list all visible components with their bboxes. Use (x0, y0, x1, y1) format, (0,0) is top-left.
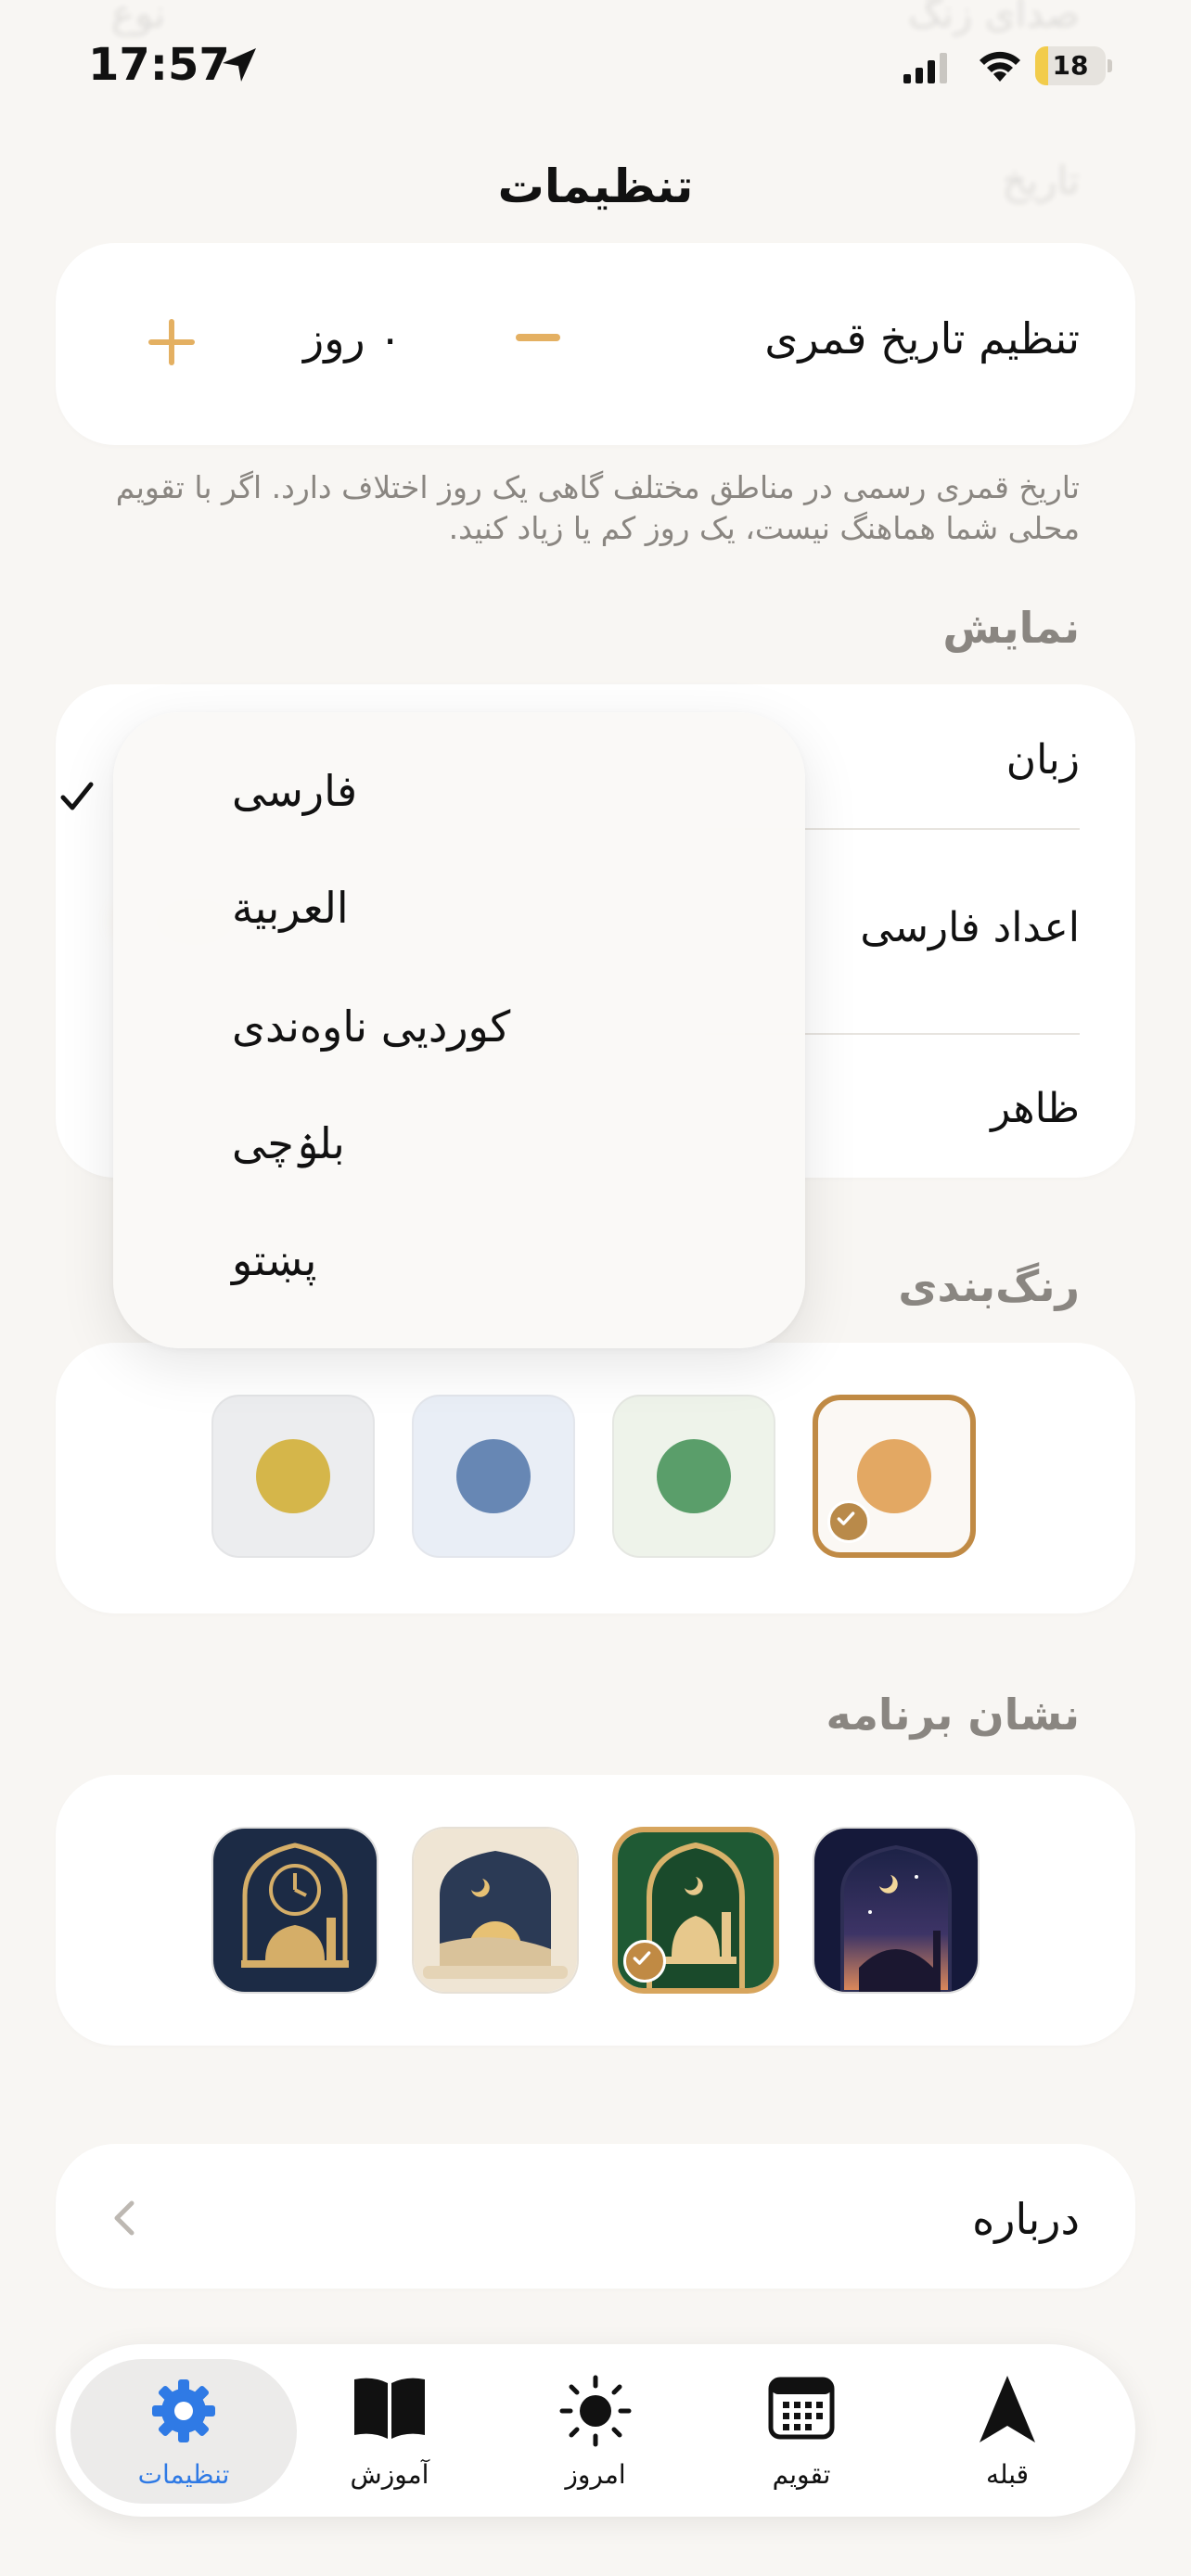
increase-day-button[interactable] (148, 319, 195, 365)
page-title: تنظیمات (497, 159, 694, 213)
tab-qibla[interactable]: قبله (924, 2374, 1091, 2494)
tab-today[interactable]: امروز (512, 2374, 679, 2494)
sunrise-arch-icon[interactable] (412, 1827, 579, 1994)
chevron-left-icon (114, 2200, 134, 2236)
location-arrow-icon (223, 48, 256, 82)
selected-check-icon (623, 1940, 666, 1983)
selected-check-icon (827, 1500, 870, 1543)
persian-digits-row-label: اعداد فارسی (860, 904, 1080, 951)
battery-percent: 18 (1052, 50, 1089, 81)
color-theme-heading: رنگ‌بندی (898, 1261, 1080, 1311)
sun-icon (559, 2375, 632, 2447)
tab-label: تقویم (772, 2459, 831, 2490)
cellular-signal-icon (903, 53, 947, 83)
hijri-footnote: تاریخ قمری رسمی در مناطق مختلف گاهی یک ر… (115, 469, 1080, 546)
book-icon (354, 2378, 425, 2439)
color-swatch-orange[interactable] (813, 1395, 976, 1558)
ghost-row-value: نوع (111, 0, 166, 36)
status-time: 17:57 (88, 39, 230, 91)
compass-arrow-icon (980, 2376, 1035, 2442)
language-row-label[interactable]: زبان (1006, 736, 1080, 784)
ghost-row-label: صدای زنگ (907, 0, 1080, 36)
appearance-row-label[interactable]: ظاهر (991, 1085, 1080, 1132)
tab-calendar[interactable]: تقویم (718, 2374, 885, 2494)
display-section-heading: نمایش (942, 603, 1080, 653)
tab-label: آموزش (350, 2459, 429, 2490)
hijri-offset-value: ۰ روز (303, 313, 402, 363)
checkmark-icon (60, 782, 94, 810)
language-option-ckb[interactable]: كوردیی ناوەندی (232, 1001, 510, 1052)
color-swatch-blue[interactable] (412, 1395, 575, 1558)
tab-label: قبله (985, 2459, 1030, 2490)
wifi-icon (980, 51, 1020, 82)
clock-mosque-icon[interactable] (211, 1827, 378, 1994)
tab-label: تنظیمات (137, 2459, 230, 2490)
tab-label: امروز (565, 2459, 626, 2490)
about-label[interactable]: درباره (972, 2194, 1080, 2244)
language-option-ar[interactable]: العربية (232, 883, 349, 933)
color-swatch-yellow[interactable] (211, 1395, 375, 1558)
gear-icon (152, 2379, 215, 2442)
tab-settings[interactable]: تنظیمات (100, 2374, 267, 2494)
language-option-fa[interactable]: فارسی (232, 766, 357, 816)
app-icon-heading: نشان برنامه (826, 1690, 1080, 1740)
tab-learn[interactable]: آموزش (306, 2374, 473, 2494)
color-swatch-green[interactable] (612, 1395, 775, 1558)
night-mosque-icon[interactable] (813, 1827, 980, 1994)
hijri-adjust-label: تنظیم تاریخ قمری (764, 313, 1080, 363)
battery-indicator: 18 (1035, 46, 1113, 85)
language-dropdown-menu: فارسی العربية كوردیی ناوەندی بلۏچی پښتو (113, 712, 805, 1348)
language-option-ps[interactable]: پښتو (232, 1235, 316, 1285)
decrease-day-button[interactable] (516, 334, 560, 341)
calendar-icon (768, 2377, 835, 2440)
language-option-bal[interactable]: بلۏچی (232, 1118, 345, 1168)
